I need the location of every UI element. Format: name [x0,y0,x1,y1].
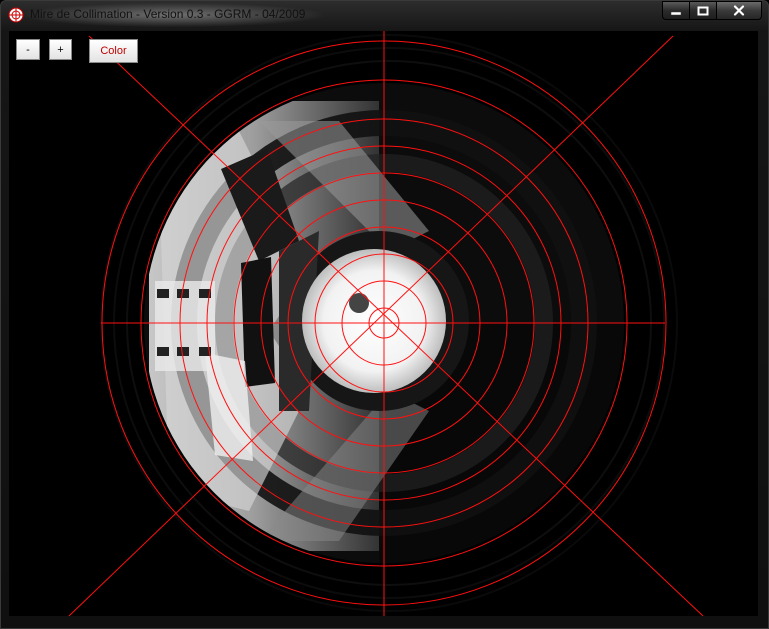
color-button[interactable]: Color [89,39,138,63]
title-bar[interactable]: Mire de Collimation - Version 0.3 - GGRM… [1,1,768,29]
window-title: Mire de Collimation - Version 0.3 - GGRM… [30,7,306,21]
crosshair-target-icon [8,7,24,23]
camera-image [68,31,704,616]
camera-view[interactable]: - + Color [9,31,758,616]
app-window: Mire de Collimation - Version 0.3 - GGRM… [0,0,769,629]
caption-buttons [662,1,762,21]
close-button[interactable] [716,1,762,20]
maximize-button[interactable] [689,1,716,20]
zoom-in-button[interactable]: + [49,39,72,60]
zoom-out-button[interactable]: - [16,39,40,60]
minimize-button[interactable] [662,1,689,20]
minimize-icon [670,11,682,15]
maximize-icon [697,6,709,15]
close-icon [733,5,745,16]
